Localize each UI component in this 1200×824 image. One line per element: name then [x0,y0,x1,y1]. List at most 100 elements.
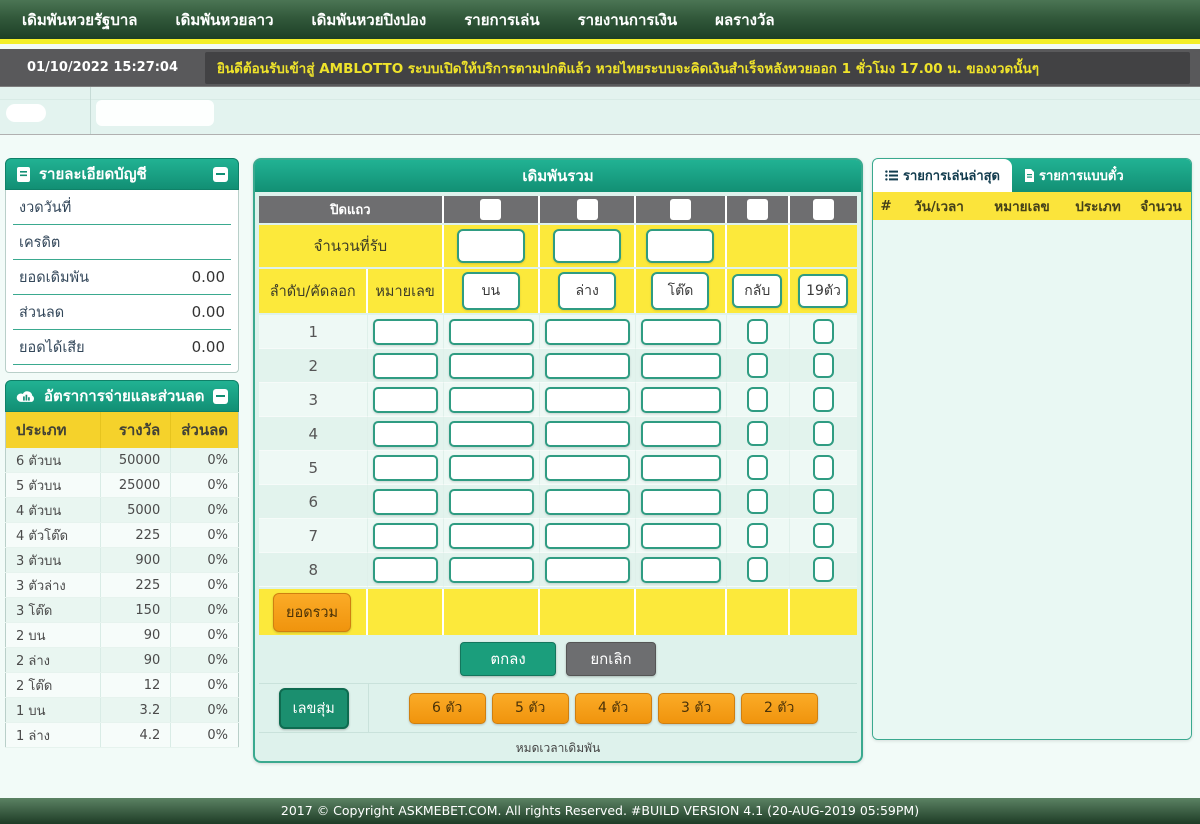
bottom-column-button[interactable]: ล่าง [558,272,616,310]
cancel-button[interactable]: ยกเลิก [566,642,656,676]
bottom-amount-input[interactable] [545,421,630,447]
nineteen-checkbox[interactable] [813,353,834,378]
tod-amount-input[interactable] [641,387,720,413]
receive-amount-row: จำนวนที่รับ [259,225,857,267]
rate-discount: 0% [171,573,239,598]
history-header-index: # [873,198,899,214]
tod-amount-input[interactable] [641,353,720,379]
skeleton-pill-large [96,100,214,126]
reverse-checkbox[interactable] [747,353,768,378]
tab-label: รายการแบบตั๋ว [1039,165,1124,186]
tod-amount-input[interactable] [641,455,720,481]
top-amount-input[interactable] [449,319,534,345]
close-tod-checkbox[interactable] [670,199,691,220]
receive-top-input[interactable] [457,229,525,263]
nav-item-government-lottery[interactable]: เดิมพันหวยรัฐบาล [22,8,137,32]
bottom-amount-input[interactable] [545,319,630,345]
rates-table: ประเภท รางวัล ส่วนลด 6 ตัวบน500000% 5 ตั… [5,412,239,748]
history-header-row: # วัน/เวลา หมายเลข ประเภท จำนวน [873,192,1191,220]
number-input[interactable] [373,523,437,549]
reverse-checkbox[interactable] [747,557,768,582]
total-button[interactable]: ยอดรวม [273,593,351,632]
rates-header-reward: รางวัล [100,412,170,448]
close-bottom-checkbox[interactable] [577,199,598,220]
nineteen-checkbox[interactable] [813,421,834,446]
top-amount-input[interactable] [449,353,534,379]
row-number: 5 [259,451,368,485]
nineteen-checkbox[interactable] [813,387,834,412]
rates-row: 3 ตัวล่าง2250% [6,573,239,598]
rate-type: 3 ตัวบน [6,548,101,573]
nineteen-checkbox[interactable] [813,455,834,480]
nineteen-column-button[interactable]: 19ตัว [798,274,848,308]
tod-amount-input[interactable] [641,523,720,549]
close-reverse-checkbox[interactable] [747,199,768,220]
number-input[interactable] [373,489,437,515]
number-input[interactable] [373,455,437,481]
number-input[interactable] [373,387,437,413]
nineteen-checkbox[interactable] [813,489,834,514]
nav-item-results[interactable]: ผลรางวัล [715,8,774,32]
reverse-column-button[interactable]: กลับ [732,274,782,308]
reverse-checkbox[interactable] [747,387,768,412]
history-panel: รายการเล่นล่าสุด รายการแบบตั๋ว # วัน/เวล… [872,158,1192,740]
collapse-icon[interactable] [213,167,228,182]
tod-amount-input[interactable] [641,421,720,447]
number-input[interactable] [373,319,437,345]
bottom-amount-input[interactable] [545,455,630,481]
tab-ticket-list[interactable]: รายการแบบตั๋ว [1012,159,1136,192]
top-amount-input[interactable] [449,557,534,583]
tod-amount-input[interactable] [641,489,720,515]
rate-reward: 900 [100,548,170,573]
two-digit-button[interactable]: 2 ตัว [741,693,818,724]
number-input[interactable] [373,557,437,583]
nineteen-checkbox[interactable] [813,319,834,344]
rates-header-type: ประเภท [6,412,101,448]
top-amount-input[interactable] [449,387,534,413]
bottom-amount-input[interactable] [545,353,630,379]
random-number-button[interactable]: เลขสุ่ม [279,688,349,729]
top-amount-input[interactable] [449,455,534,481]
tab-latest-plays[interactable]: รายการเล่นล่าสุด [873,159,1012,192]
number-input[interactable] [373,421,437,447]
tod-amount-input[interactable] [641,319,720,345]
account-row-label: งวดวันที่ [19,196,71,219]
bottom-amount-input[interactable] [545,489,630,515]
nav-item-pingpong-lottery[interactable]: เดิมพันหวยปิงปอง [312,8,427,32]
top-amount-input[interactable] [449,421,534,447]
cloud-chart-icon [16,389,36,403]
bet-row-8: 8 [259,553,857,587]
receive-bottom-input[interactable] [553,229,621,263]
close-top-checkbox[interactable] [480,199,501,220]
bottom-amount-input[interactable] [545,387,630,413]
top-amount-input[interactable] [449,489,534,515]
toolbar-band [0,86,1200,135]
reverse-checkbox[interactable] [747,455,768,480]
number-input[interactable] [373,353,437,379]
top-navigation: เดิมพันหวยรัฐบาล เดิมพันหวยลาว เดิมพันหว… [0,0,1200,44]
reverse-checkbox[interactable] [747,319,768,344]
tod-amount-input[interactable] [641,557,720,583]
receive-tod-input[interactable] [646,229,714,263]
top-column-button[interactable]: บน [462,272,520,310]
reverse-checkbox[interactable] [747,421,768,446]
nineteen-checkbox[interactable] [813,523,834,548]
nav-item-play-list[interactable]: รายการเล่น [464,8,539,32]
five-digit-button[interactable]: 5 ตัว [492,693,569,724]
tod-column-button[interactable]: โต๊ด [651,272,709,310]
bottom-amount-input[interactable] [545,557,630,583]
bottom-amount-input[interactable] [545,523,630,549]
reverse-checkbox[interactable] [747,489,768,514]
close-nineteen-checkbox[interactable] [813,199,834,220]
rates-row: 2 โต๊ด120% [6,673,239,698]
reverse-checkbox[interactable] [747,523,768,548]
nineteen-checkbox[interactable] [813,557,834,582]
four-digit-button[interactable]: 4 ตัว [575,693,652,724]
submit-button[interactable]: ตกลง [460,642,556,676]
top-amount-input[interactable] [449,523,534,549]
six-digit-button[interactable]: 6 ตัว [409,693,486,724]
three-digit-button[interactable]: 3 ตัว [658,693,735,724]
nav-item-lao-lottery[interactable]: เดิมพันหวยลาว [175,8,273,32]
collapse-icon[interactable] [213,389,228,404]
nav-item-finance-report[interactable]: รายงานการเงิน [578,8,678,32]
